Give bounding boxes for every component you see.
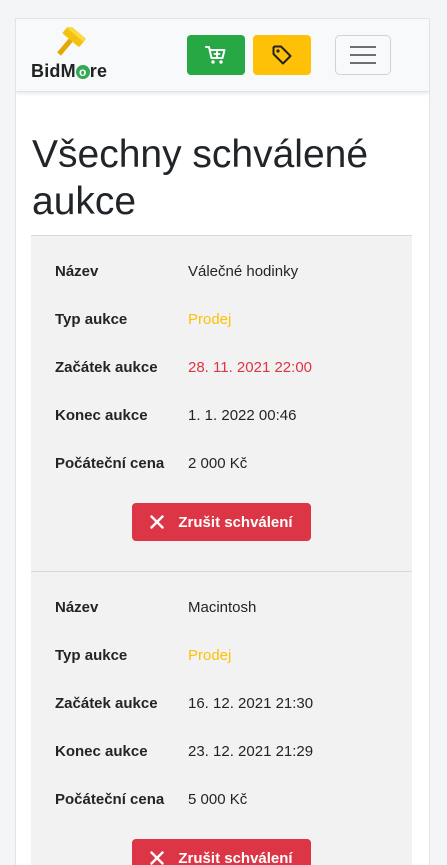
cart-icon — [205, 45, 227, 65]
auction-name-label: Název — [55, 263, 98, 280]
navbar: BidMore — [16, 19, 429, 92]
app-frame: BidMore Všechny schválené aukce Náz — [15, 18, 430, 865]
auction-name-value: Válečné hodinky — [188, 263, 298, 280]
close-icon — [150, 851, 164, 865]
auction-type-value: Prodej — [188, 647, 231, 664]
hamburger-icon-line — [350, 54, 376, 56]
auction-start-value: 16. 12. 2021 21:30 — [188, 695, 313, 712]
tag-button[interactable] — [253, 35, 311, 75]
auction-price-label: Počáteční cena — [55, 791, 164, 808]
auction-type-label: Typ aukce — [55, 647, 127, 664]
auction-name-value: Macintosh — [188, 599, 256, 616]
menu-toggle-button[interactable] — [335, 35, 391, 75]
close-icon — [150, 515, 164, 529]
cancel-approval-label: Zrušit schválení — [178, 850, 292, 865]
auction-price-value: 5 000 Kč — [188, 791, 247, 808]
cancel-approval-button[interactable]: Zrušit schválení — [132, 839, 311, 865]
cart-button[interactable] — [187, 35, 245, 75]
brand-o-icon: o — [76, 65, 90, 79]
auction-end-label: Konec aukce — [55, 407, 148, 424]
auction-end-value: 23. 12. 2021 21:29 — [188, 743, 313, 760]
auction-start-label: Začátek aukce — [55, 695, 158, 712]
auction-price-label: Počáteční cena — [55, 455, 164, 472]
cancel-approval-button[interactable]: Zrušit schválení — [132, 503, 311, 541]
auction-start-label: Začátek aukce — [55, 359, 158, 376]
auction-end-value: 1. 1. 2022 00:46 — [188, 407, 296, 424]
auction-price-value: 2 000 Kč — [188, 455, 247, 472]
auction-end-label: Konec aukce — [55, 743, 148, 760]
brand-logo[interactable]: BidMore — [31, 27, 111, 83]
auction-type-label: Typ aukce — [55, 311, 127, 328]
auction-name-label: Název — [55, 599, 98, 616]
tag-icon — [271, 44, 293, 66]
page-title: Všechny schválené aukce — [32, 131, 412, 225]
hamburger-icon-line — [350, 62, 376, 64]
gavel-icon — [52, 27, 88, 61]
auction-card: Název Macintosh Typ aukce Prodej Začátek… — [31, 571, 412, 865]
hamburger-icon-line — [350, 46, 376, 48]
auction-type-value: Prodej — [188, 311, 231, 328]
auction-card: Název Válečné hodinky Typ aukce Prodej Z… — [31, 235, 412, 572]
cancel-approval-label: Zrušit schválení — [178, 514, 292, 531]
auction-start-value: 28. 11. 2021 22:00 — [188, 359, 312, 376]
brand-name: BidMore — [31, 61, 107, 82]
